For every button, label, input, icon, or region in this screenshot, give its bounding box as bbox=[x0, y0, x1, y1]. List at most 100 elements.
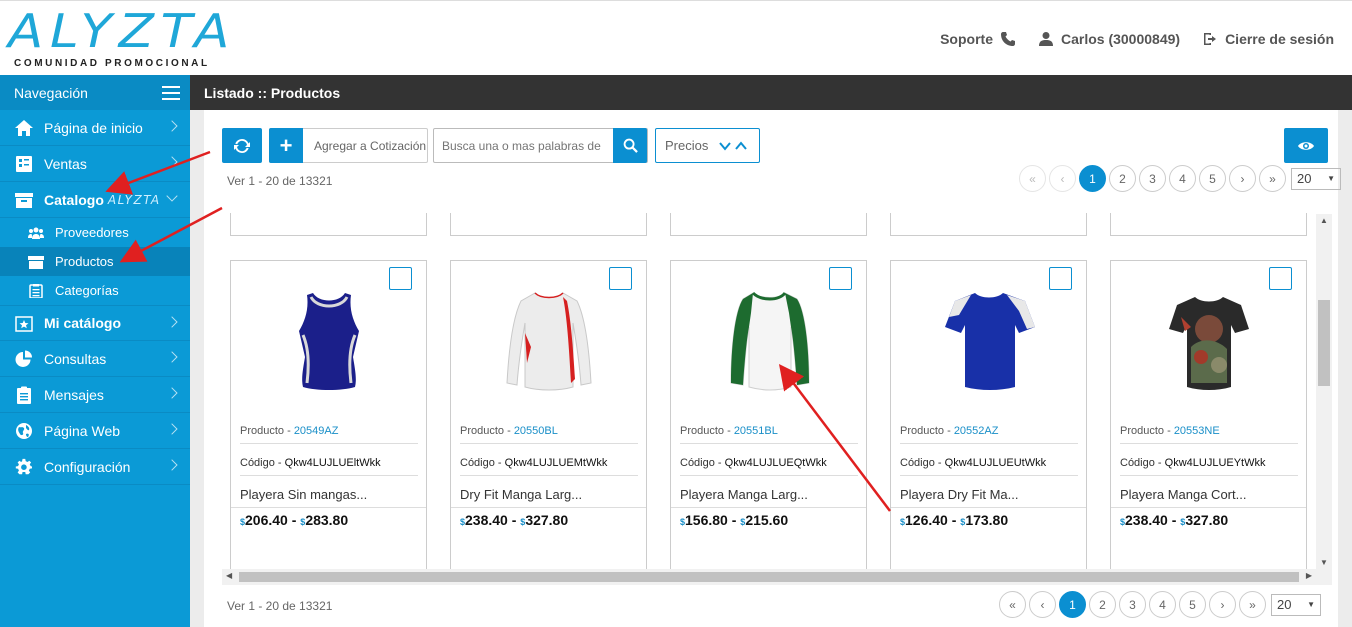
page-button[interactable]: 5 bbox=[1179, 591, 1206, 618]
product-card[interactable]: Producto - 20549AZ Código - Qkw4LUJLUElt… bbox=[230, 260, 427, 580]
dry-fit-shirt-image bbox=[945, 293, 1035, 390]
per-page-select[interactable]: 20 bbox=[1291, 167, 1341, 190]
last-page-button[interactable]: » bbox=[1239, 591, 1266, 618]
page-button[interactable]: 2 bbox=[1109, 165, 1136, 192]
page-title: Listado :: Productos bbox=[190, 75, 1352, 110]
search-input[interactable] bbox=[434, 129, 614, 162]
sidebar-item-configuracion[interactable]: Configuración bbox=[0, 449, 190, 485]
search-button[interactable] bbox=[613, 128, 647, 163]
eye-icon bbox=[1298, 141, 1314, 150]
page-button[interactable]: 1 bbox=[1059, 591, 1086, 618]
select-checkbox[interactable] bbox=[389, 267, 412, 290]
catalogo-brand-mark: ALYZTA bbox=[107, 192, 161, 207]
add-to-quote-label: Agregar a Cotización bbox=[314, 139, 427, 153]
sidebar-item-home[interactable]: Página de inicio bbox=[0, 110, 190, 146]
product-code-line: Código - Qkw4LUJLUEQtWkk bbox=[680, 457, 827, 469]
product-card[interactable]: Producto - 20551BL Código - Qkw4LUJLUEQt… bbox=[670, 260, 867, 580]
logout-link[interactable]: Cierre de sesión bbox=[1202, 31, 1334, 47]
alyzta-logo[interactable]: ALYZTA COMUNIDAD PROMOCIONAL bbox=[8, 5, 229, 71]
sidebar-item-label: Página Web bbox=[44, 422, 121, 439]
support-link[interactable]: Soporte bbox=[940, 31, 1016, 47]
next-page-button[interactable]: › bbox=[1209, 591, 1236, 618]
per-page-select[interactable]: 20 bbox=[1271, 593, 1321, 616]
select-checkbox[interactable] bbox=[1049, 267, 1072, 290]
horizontal-scrollbar[interactable]: ◀ ▶ bbox=[222, 569, 1332, 585]
product-card[interactable]: Producto - 20552AZ Código - Qkw4LUJLUEUt… bbox=[890, 260, 1087, 580]
phone-icon bbox=[1000, 32, 1015, 46]
app-header: ALYZTA COMUNIDAD PROMOCIONAL Soporte Car… bbox=[0, 0, 1352, 75]
product-name[interactable]: Dry Fit Manga Larg... bbox=[460, 487, 582, 502]
product-card[interactable]: Producto - 20550BL Código - Qkw4LUJLUEMt… bbox=[450, 260, 647, 580]
product-id-link[interactable]: 20550BL bbox=[514, 425, 558, 437]
product-name[interactable]: Playera Manga Cort... bbox=[1120, 487, 1246, 502]
product-name[interactable]: Playera Manga Larg... bbox=[680, 487, 808, 502]
chevron-right-icon bbox=[166, 459, 178, 471]
product-code-line: Código - Qkw4LUJLUEYtWkk bbox=[1120, 457, 1266, 469]
scroll-left-icon[interactable]: ◀ bbox=[226, 571, 232, 580]
last-page-button[interactable]: » bbox=[1259, 165, 1286, 192]
range-text-bottom: Ver 1 - 20 de 13321 bbox=[227, 599, 333, 613]
next-page-button[interactable]: › bbox=[1229, 165, 1256, 192]
home-icon bbox=[15, 119, 33, 136]
sidebar-subitem-proveedores[interactable]: Proveedores bbox=[0, 218, 190, 247]
hamburger-menu-icon[interactable] bbox=[162, 85, 180, 100]
page-button[interactable]: 4 bbox=[1169, 165, 1196, 192]
card-stub bbox=[670, 213, 867, 236]
sidebar-item-mensajes[interactable]: Mensajes bbox=[0, 377, 190, 413]
sidebar-item-pagina-web[interactable]: Página Web bbox=[0, 413, 190, 449]
page-button[interactable]: 3 bbox=[1119, 591, 1146, 618]
first-page-button[interactable]: « bbox=[1019, 165, 1046, 192]
prices-toggle[interactable]: Precios bbox=[655, 128, 760, 163]
gear-icon bbox=[15, 458, 33, 474]
page-button[interactable]: 1 bbox=[1079, 165, 1106, 192]
refresh-button[interactable] bbox=[222, 128, 262, 163]
first-page-button[interactable]: « bbox=[999, 591, 1026, 618]
prev-page-button[interactable]: ‹ bbox=[1049, 165, 1076, 192]
add-to-quote-button[interactable]: + Agregar a Cotización bbox=[269, 128, 428, 163]
scroll-up-icon[interactable]: ▲ bbox=[1320, 216, 1328, 225]
user-menu[interactable]: Carlos (30000849) bbox=[1038, 31, 1180, 47]
sidebar-item-consultas[interactable]: Consultas bbox=[0, 341, 190, 377]
prev-page-button[interactable]: ‹ bbox=[1029, 591, 1056, 618]
product-id-line: Producto - 20550BL bbox=[460, 425, 558, 437]
chevron-right-icon bbox=[166, 316, 178, 328]
sidebar-item-ventas[interactable]: Ventas bbox=[0, 146, 190, 182]
scroll-down-icon[interactable]: ▼ bbox=[1320, 558, 1328, 567]
product-id-line: Producto - 20551BL bbox=[680, 425, 778, 437]
star-box-icon bbox=[15, 316, 33, 332]
product-price: $238.40 - $327.80 bbox=[460, 512, 569, 528]
select-checkbox[interactable] bbox=[609, 267, 632, 290]
view-toggle-button[interactable] bbox=[1284, 128, 1328, 163]
product-card[interactable]: Producto - 20553NE Código - Qkw4LUJLUEYt… bbox=[1110, 260, 1307, 580]
sidebar-item-mi-catalogo[interactable]: Mi catálogo bbox=[0, 305, 190, 341]
chevron-right-icon bbox=[166, 351, 178, 363]
scroll-thumb[interactable] bbox=[239, 572, 1299, 582]
product-id-line: Producto - 20552AZ bbox=[900, 425, 999, 437]
product-name[interactable]: Playera Sin mangas... bbox=[240, 487, 367, 502]
product-price: $126.40 - $173.80 bbox=[900, 512, 1009, 528]
sidebar-item-catalogo[interactable]: Catalogo ALYZTA bbox=[0, 182, 190, 218]
page-button[interactable]: 5 bbox=[1199, 165, 1226, 192]
product-name[interactable]: Playera Dry Fit Ma... bbox=[900, 487, 1018, 502]
select-checkbox[interactable] bbox=[1269, 267, 1292, 290]
product-id-link[interactable]: 20551BL bbox=[734, 425, 778, 437]
support-label: Soporte bbox=[940, 31, 993, 47]
product-id-link[interactable]: 20549AZ bbox=[294, 425, 339, 437]
page-button[interactable]: 2 bbox=[1089, 591, 1116, 618]
select-checkbox[interactable] bbox=[829, 267, 852, 290]
users-icon bbox=[28, 227, 44, 239]
vertical-scrollbar[interactable]: ▲ ▼ bbox=[1316, 214, 1332, 569]
page-button[interactable]: 3 bbox=[1139, 165, 1166, 192]
sidebar-subitem-categorias[interactable]: Categorías bbox=[0, 276, 190, 305]
page-button[interactable]: 4 bbox=[1149, 591, 1176, 618]
sidebar-subitem-productos[interactable]: Productos bbox=[0, 247, 190, 276]
search-icon bbox=[623, 138, 638, 153]
scroll-right-icon[interactable]: ▶ bbox=[1306, 571, 1312, 580]
sidebar-title: Navegación bbox=[14, 84, 88, 101]
ledger-icon bbox=[16, 155, 32, 172]
product-id-link[interactable]: 20552AZ bbox=[954, 425, 999, 437]
product-id-link[interactable]: 20553NE bbox=[1174, 425, 1220, 437]
sidebar-subitem-label: Categorías bbox=[55, 283, 119, 298]
logout-label: Cierre de sesión bbox=[1225, 31, 1334, 47]
scroll-thumb[interactable] bbox=[1318, 300, 1330, 386]
